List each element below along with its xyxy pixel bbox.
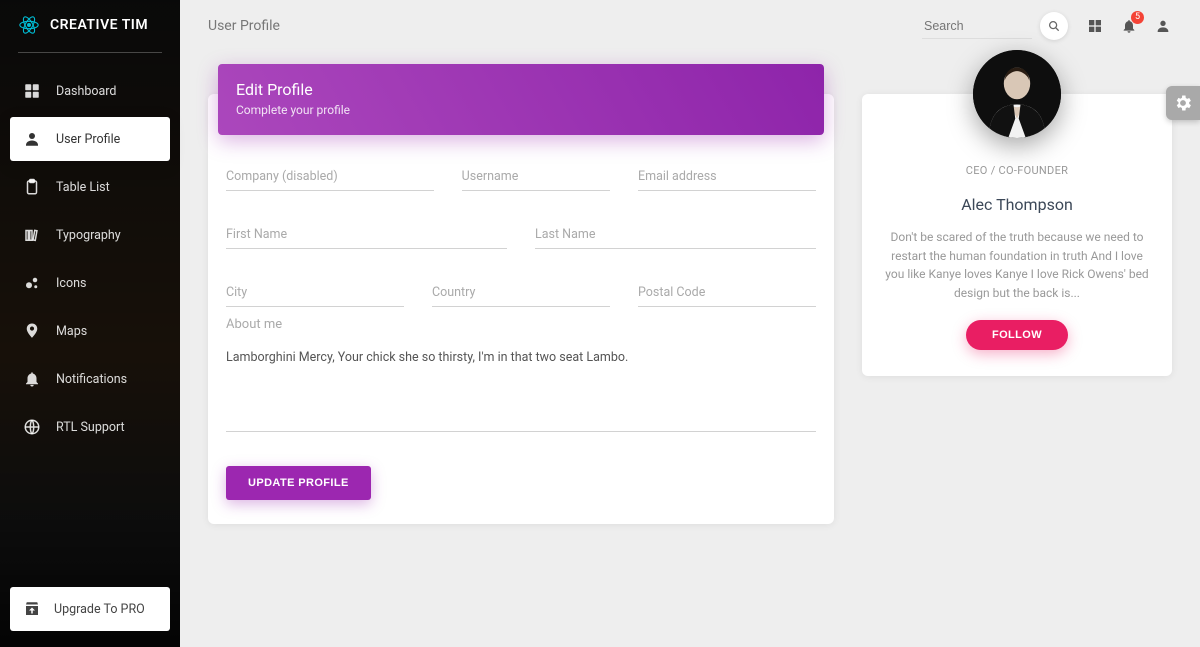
main: User Profile 5 bbox=[180, 0, 1200, 647]
sidebar-item-label: Typography bbox=[56, 228, 121, 243]
sidebar-item-rtl[interactable]: RTL Support bbox=[10, 405, 170, 449]
topbar: User Profile 5 bbox=[180, 0, 1200, 52]
gear-icon bbox=[1173, 93, 1193, 113]
card-header: Edit Profile Complete your profile bbox=[218, 64, 824, 135]
unarchive-icon bbox=[22, 599, 42, 619]
profile-card-wrap: CEO / CO-FOUNDER Alec Thompson Don't be … bbox=[862, 94, 1172, 376]
clipboard-icon bbox=[22, 177, 42, 197]
sidebar-item-label: Table List bbox=[56, 180, 110, 195]
sidebar-item-typography[interactable]: Typography bbox=[10, 213, 170, 257]
postal-field[interactable] bbox=[638, 279, 816, 307]
notification-badge: 5 bbox=[1131, 11, 1144, 24]
upgrade-label: Upgrade To PRO bbox=[54, 602, 145, 617]
sidebar-item-notifications[interactable]: Notifications bbox=[10, 357, 170, 401]
bubble-chart-icon bbox=[22, 273, 42, 293]
topbar-icons: 5 bbox=[1086, 17, 1172, 35]
bell-icon bbox=[22, 369, 42, 389]
profile-name: Alec Thompson bbox=[884, 195, 1150, 214]
account-button[interactable] bbox=[1154, 17, 1172, 35]
library-icon bbox=[22, 225, 42, 245]
settings-plugin-button[interactable] bbox=[1166, 86, 1200, 120]
email-field[interactable] bbox=[638, 163, 816, 191]
dashboard-icon bbox=[1087, 18, 1103, 34]
sidebar-item-table-list[interactable]: Table List bbox=[10, 165, 170, 209]
sidebar-item-label: Dashboard bbox=[56, 84, 116, 99]
page-title: User Profile bbox=[208, 18, 280, 34]
form-body: About me UPDATE PROFILE bbox=[208, 135, 834, 500]
profile-role: CEO / CO-FOUNDER bbox=[884, 164, 1150, 177]
brand[interactable]: CREATIVE TIM bbox=[0, 0, 180, 52]
firstname-field[interactable] bbox=[226, 221, 507, 249]
search-button[interactable] bbox=[1040, 12, 1068, 40]
about-textarea[interactable] bbox=[226, 344, 816, 432]
city-field[interactable] bbox=[226, 279, 404, 307]
card-title: Edit Profile bbox=[236, 80, 806, 99]
sidebar-item-label: Maps bbox=[56, 324, 87, 339]
avatar bbox=[973, 50, 1061, 138]
content: Edit Profile Complete your profile bbox=[180, 52, 1200, 564]
apps-button[interactable] bbox=[1086, 17, 1104, 35]
country-field[interactable] bbox=[432, 279, 610, 307]
sidebar-item-icons[interactable]: Icons bbox=[10, 261, 170, 305]
card-subtitle: Complete your profile bbox=[236, 103, 806, 117]
update-profile-button[interactable]: UPDATE PROFILE bbox=[226, 466, 371, 500]
language-icon bbox=[22, 417, 42, 437]
notifications-button[interactable]: 5 bbox=[1120, 17, 1138, 35]
sidebar-item-maps[interactable]: Maps bbox=[10, 309, 170, 353]
location-pin-icon bbox=[22, 321, 42, 341]
edit-profile-card: Edit Profile Complete your profile bbox=[208, 94, 834, 524]
dashboard-icon bbox=[22, 81, 42, 101]
follow-button[interactable]: FOLLOW bbox=[966, 320, 1068, 350]
search bbox=[922, 12, 1068, 40]
profile-bio: Don't be scared of the truth because we … bbox=[884, 228, 1150, 302]
upgrade-button[interactable]: Upgrade To PRO bbox=[10, 587, 170, 631]
sidebar-nav: Dashboard User Profile Table List Typogr… bbox=[0, 53, 180, 577]
sidebar-item-user-profile[interactable]: User Profile bbox=[10, 117, 170, 161]
react-logo-icon bbox=[18, 14, 40, 36]
username-field[interactable] bbox=[462, 163, 610, 191]
person-icon bbox=[1155, 18, 1171, 34]
lastname-field[interactable] bbox=[535, 221, 816, 249]
sidebar-item-dashboard[interactable]: Dashboard bbox=[10, 69, 170, 113]
brand-name: CREATIVE TIM bbox=[50, 17, 148, 33]
sidebar-item-label: RTL Support bbox=[56, 420, 125, 435]
sidebar: CREATIVE TIM Dashboard User Profile Tabl… bbox=[0, 0, 180, 647]
person-icon bbox=[22, 129, 42, 149]
sidebar-item-label: Icons bbox=[56, 276, 86, 291]
about-label: About me bbox=[226, 317, 816, 332]
sidebar-item-label: Notifications bbox=[56, 372, 127, 387]
search-icon bbox=[1047, 19, 1061, 33]
company-field bbox=[226, 163, 434, 191]
sidebar-item-label: User Profile bbox=[56, 132, 120, 147]
search-input[interactable] bbox=[922, 14, 1032, 39]
